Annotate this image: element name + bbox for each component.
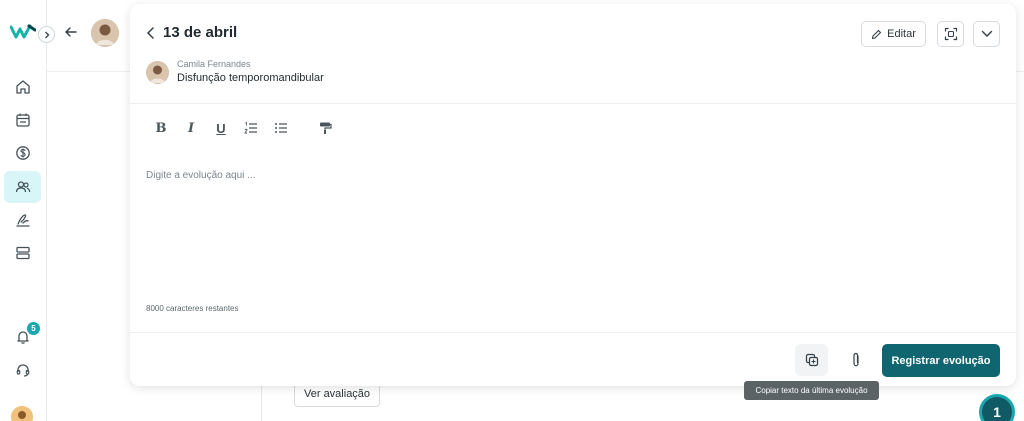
underline-button[interactable]: U [206, 118, 236, 138]
nav-home[interactable] [4, 71, 41, 103]
patient-avatar [146, 61, 169, 84]
footer-divider [130, 332, 1016, 333]
collapse-modal-button[interactable] [973, 21, 1000, 47]
modal-header: 13 de abril Editar Camila Fernandes Disf… [130, 4, 1016, 104]
paperclip-icon [852, 352, 859, 367]
nav-calendar[interactable] [4, 104, 41, 136]
nav-records[interactable] [4, 237, 41, 269]
chevron-left-icon [146, 27, 154, 39]
nav-patients[interactable] [4, 171, 41, 203]
expand-modal-button[interactable] [937, 21, 964, 47]
paint-roller-icon [320, 122, 332, 134]
page-back-button[interactable] [64, 25, 78, 44]
home-icon [15, 80, 30, 94]
floating-counter-button[interactable]: 1 [979, 394, 1015, 421]
signature-icon [15, 214, 30, 227]
timeline-line [261, 380, 262, 421]
characters-remaining: 8000 caracteres restantes [146, 304, 239, 313]
users-icon [15, 181, 30, 193]
chevron-right-icon [44, 31, 49, 38]
arrow-left-icon [65, 27, 77, 37]
bullet-list-icon [275, 123, 287, 133]
user-avatar[interactable] [11, 406, 33, 421]
expand-nav-button[interactable] [38, 26, 55, 43]
ordered-list-button[interactable] [236, 118, 266, 138]
pencil-icon [872, 29, 882, 39]
copy-icon [805, 353, 818, 367]
ordered-list-icon [244, 121, 257, 134]
evolution-modal: 13 de abril Editar Camila Fernandes Disf… [130, 4, 1016, 386]
nav-support[interactable] [4, 354, 41, 386]
nav-finance[interactable] [4, 137, 41, 169]
patient-name: Camila Fernandes [177, 59, 251, 69]
editor-toolbar: B I U [146, 118, 340, 138]
edit-button-label: Editar [887, 28, 916, 40]
editor-placeholder[interactable]: Digite a evolução aqui ... [146, 170, 256, 181]
expand-icon [944, 27, 957, 41]
register-evolution-button[interactable]: Registrar evolução [882, 344, 1000, 377]
nav-signature[interactable] [4, 204, 41, 236]
calendar-icon [15, 113, 30, 127]
edit-button[interactable]: Editar [861, 21, 926, 47]
date-back-button[interactable] [146, 26, 156, 45]
copy-last-evolution-button[interactable] [795, 344, 828, 376]
attach-file-button[interactable] [842, 344, 869, 376]
copy-tooltip: Copiar texto da última evolução [744, 381, 879, 400]
italic-button[interactable]: I [176, 118, 206, 138]
headset-icon [16, 364, 29, 377]
format-painter-button[interactable] [310, 118, 340, 138]
app-logo [10, 24, 36, 39]
bullet-list-button[interactable] [266, 118, 296, 138]
bold-button[interactable]: B [146, 118, 176, 138]
chevron-down-icon [981, 30, 992, 37]
date-title: 13 de abril [163, 24, 238, 41]
patient-diagnosis: Disfunção temporomandibular [177, 72, 324, 84]
avatar-image [11, 406, 33, 421]
left-nav-rail: 5 [0, 0, 47, 421]
patient-avatar-top [91, 19, 119, 47]
stack-icon [15, 246, 30, 260]
money-icon [15, 146, 30, 160]
notifications-badge: 5 [27, 322, 40, 335]
